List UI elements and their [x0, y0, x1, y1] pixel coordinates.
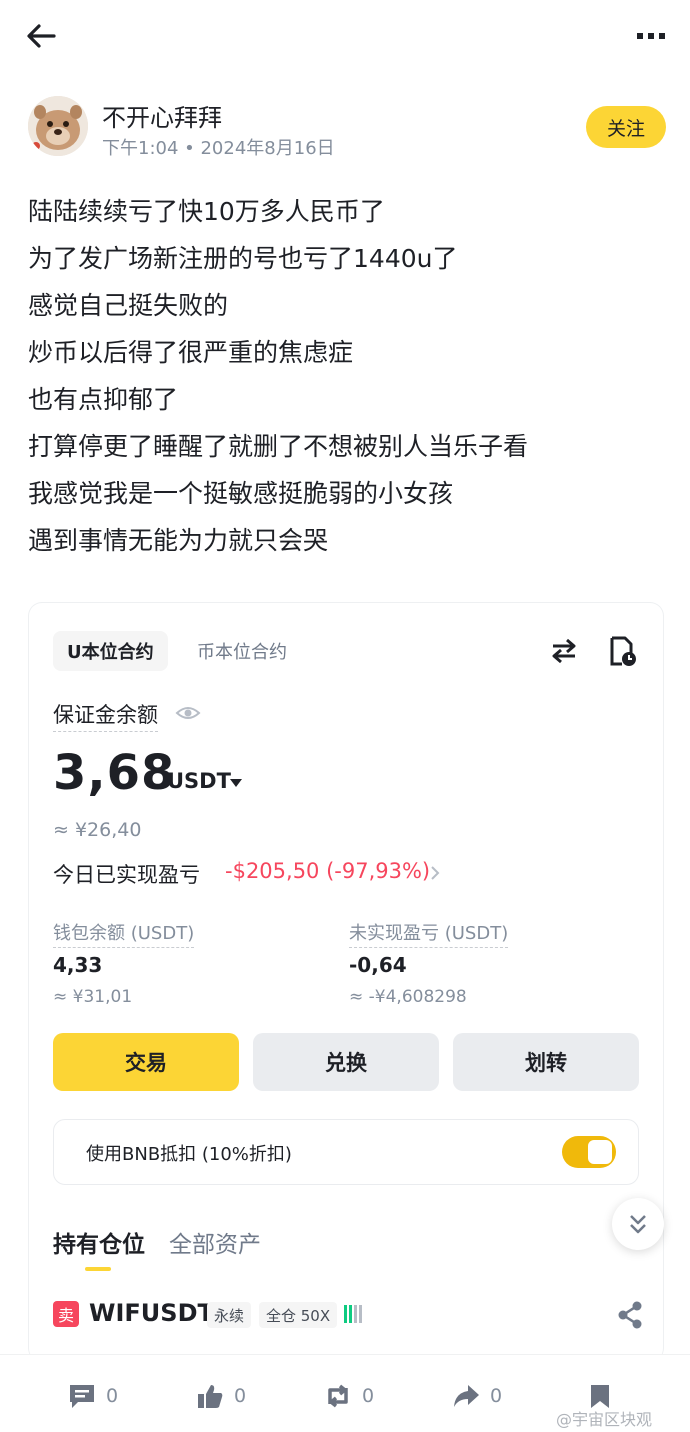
repost-icon: [328, 1384, 348, 1408]
margin-mode-tag: 全仓 50X: [259, 1302, 338, 1328]
trade-button[interactable]: 交易: [53, 1033, 239, 1091]
comment-icon: [70, 1385, 94, 1408]
scroll-down-button[interactable]: [612, 1198, 664, 1250]
post-line: 打算停更了睡醒了就删了不想被别人当乐子看: [28, 432, 529, 461]
comment-count: 0: [106, 1385, 119, 1407]
unrealized-pnl-approx: ≈ -¥4,608298: [349, 987, 467, 1007]
futures-account-card: U本位合约 币本位合约 保证金余额 3,68 USDT ≈ ¥26,40 今日已…: [28, 602, 664, 1362]
bnb-discount-row: 使用BNB抵扣 (10%折扣): [53, 1119, 639, 1185]
tab-coinm-futures[interactable]: 币本位合约: [197, 631, 287, 671]
post-line: 炒币以后得了很严重的焦虑症: [28, 338, 354, 367]
sell-badge: 卖: [53, 1301, 79, 1327]
margin-balance-value: 3,68: [53, 745, 176, 801]
realized-pnl-value: -$205,50 (-97,93%): [225, 859, 431, 883]
unrealized-pnl-label: 未实现盈亏 (USDT): [349, 919, 509, 948]
more-dots-icon: [637, 33, 665, 39]
unrealized-pnl-value: -0,64: [349, 953, 407, 977]
toggle-knob: [588, 1140, 612, 1164]
share-count: 0: [490, 1385, 503, 1407]
share-icon[interactable]: [617, 1301, 643, 1329]
wallet-balance-approx: ≈ ¥31,01: [53, 987, 133, 1007]
arrow-left-icon: [27, 24, 56, 48]
post-line: 陆陆续续亏了快10万多人民币了: [28, 197, 385, 226]
thumbs-up-icon: [198, 1385, 223, 1408]
position-row[interactable]: 卖 WIFUSDT 永续 全仓 50X: [53, 1299, 643, 1333]
more-button[interactable]: [634, 26, 668, 46]
author-row: 不开心拜拜 下午1:04 • 2024年8月16日 关注: [28, 96, 668, 160]
watermark: @宇宙区块观: [556, 1410, 653, 1429]
post-line: 我感觉我是一个挺敏感挺脆弱的小女孩: [28, 479, 454, 508]
tab-positions[interactable]: 持有仓位: [53, 1225, 145, 1259]
adl-bars-icon: [344, 1305, 362, 1323]
eye-icon[interactable]: [175, 703, 201, 723]
repost-button[interactable]: 0: [324, 1381, 374, 1411]
post-timestamp: 下午1:04 • 2024年8月16日: [102, 138, 335, 159]
realized-pnl-label: 今日已实现盈亏: [53, 863, 200, 887]
chevron-right-icon[interactable]: [429, 865, 441, 881]
avatar-image: [28, 96, 88, 156]
perpetual-tag: 永续: [207, 1302, 252, 1328]
like-button[interactable]: 0: [196, 1381, 246, 1411]
avatar[interactable]: [28, 96, 88, 156]
share-arrow-icon: [454, 1385, 479, 1407]
repost-count: 0: [362, 1385, 375, 1407]
convert-button[interactable]: 兑换: [253, 1033, 439, 1091]
wallet-balance-label: 钱包余额 (USDT): [53, 919, 195, 948]
post-body: 陆陆续续亏了快10万多人民币了 为了发广场新注册的号也亏了1440u了 感觉自己…: [28, 188, 668, 564]
author-name[interactable]: 不开心拜拜: [102, 98, 222, 133]
post-line: 为了发广场新注册的号也亏了1440u了: [28, 244, 458, 273]
active-tab-indicator: [85, 1267, 111, 1271]
like-count: 0: [234, 1385, 247, 1407]
comment-button[interactable]: 0: [68, 1381, 118, 1411]
post-line: 也有点抑郁了: [28, 385, 179, 414]
bnb-discount-label: 使用BNB抵扣 (10%折扣): [86, 1144, 292, 1165]
swap-arrows-icon[interactable]: [549, 637, 579, 665]
back-button[interactable]: [24, 20, 60, 52]
bnb-discount-toggle[interactable]: [562, 1136, 616, 1168]
balance-unit-selector[interactable]: USDT: [167, 769, 231, 793]
double-chevron-down-icon: [630, 1215, 646, 1234]
tab-all-assets[interactable]: 全部资产: [169, 1225, 261, 1259]
top-bar: [0, 0, 690, 72]
position-symbol: WIFUSDT: [89, 1299, 214, 1327]
follow-button[interactable]: 关注: [586, 106, 666, 148]
tab-usdm-futures[interactable]: U本位合约: [53, 631, 168, 671]
balance-approx-cny: ≈ ¥26,40: [53, 819, 142, 841]
caret-down-icon: [230, 779, 242, 787]
margin-balance-label: 保证金余额: [53, 699, 158, 732]
share-button[interactable]: 0: [452, 1381, 502, 1411]
order-history-icon[interactable]: [609, 635, 637, 667]
post-line: 感觉自己挺失败的: [28, 291, 229, 320]
transfer-button[interactable]: 划转: [453, 1033, 639, 1091]
post-line: 遇到事情无能为力就只会哭: [28, 526, 329, 555]
wallet-balance-value: 4,33: [53, 953, 103, 977]
